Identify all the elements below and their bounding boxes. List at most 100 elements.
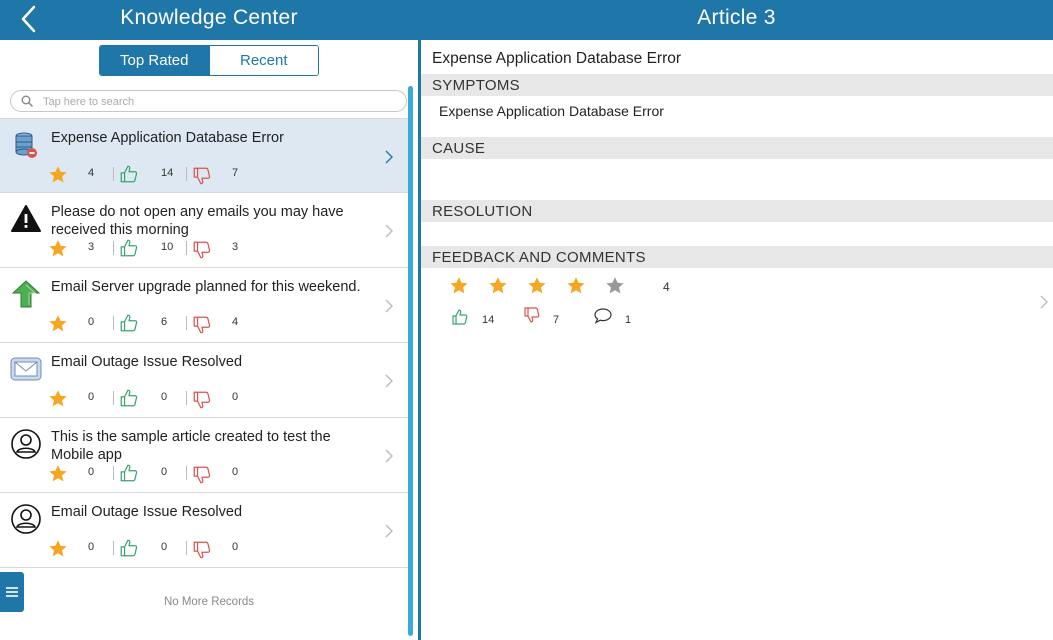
tab-switcher: Top Rated Recent [99,45,319,76]
rating-count: 3 [88,241,95,253]
resolution-header: RESOLUTION [421,200,1053,222]
dislikes-count: 0 [232,391,239,403]
no-more-records: No More Records [163,596,255,608]
user-circle-icon [11,504,41,534]
envelope-icon [10,357,42,381]
search-icon [21,95,33,107]
symptoms-text: Expense Application Database Error [439,103,664,119]
separator [186,167,187,181]
list-item[interactable]: Expense Application Database Error 4 14 7 [0,118,408,193]
article-stats: 4 14 7 [46,164,366,186]
chevron-right-icon [385,374,393,388]
cause-header: CAUSE [421,137,1053,159]
separator [186,541,187,555]
rating-stars[interactable]: 4 [449,276,689,296]
chevron-right-icon [385,449,393,463]
star-filled-icon[interactable] [449,276,469,296]
user-circle-icon [11,429,41,459]
list-item[interactable]: Email Server upgrade planned for this we… [0,268,408,343]
article-list: Expense Application Database Error 4 14 7 Pl… [0,118,408,568]
dislikes-count: 7 [553,314,560,326]
likes-count: 0 [161,391,168,403]
menu-button[interactable] [0,572,24,612]
separator [113,167,114,181]
likes-count: 14 [161,167,174,179]
star-filled-icon[interactable] [566,276,586,296]
article-title: Article 3 [697,6,776,29]
star-empty-icon[interactable] [605,276,625,296]
list-item[interactable]: Email Outage Issue Resolved 0 0 0 [0,493,408,568]
likes-count: 6 [161,316,168,328]
star-icon [49,240,67,257]
list-item[interactable]: This is the sample article created to te… [0,418,408,493]
separator [113,316,114,330]
dislikes-count: 4 [232,316,239,328]
tab-top-rated[interactable]: Top Rated [100,46,209,75]
separator [113,391,114,405]
star-filled-icon[interactable] [488,276,508,296]
article-list-pane: Top Rated Recent Expense Application Dat… [0,40,418,640]
thumbs-up-icon [120,464,138,482]
hamburger-icon [6,587,18,597]
chevron-right-icon [385,150,393,164]
feedback-row[interactable]: 14 7 1 [451,306,751,328]
separator [186,241,187,255]
separator [113,541,114,555]
likes-count: 14 [482,314,495,326]
article-detail-pane: Expense Application Database Error SYMPT… [421,40,1053,640]
warning-icon [11,205,41,232]
symptoms-header: SYMPTOMS [421,74,1053,96]
dislikes-count: 3 [232,241,239,253]
article-title-label: Expense Application Database Error [51,130,284,146]
thumbs-down-icon[interactable] [523,306,541,324]
dislikes-count: 0 [232,466,239,478]
star-filled-icon[interactable] [527,276,547,296]
top-bar: Knowledge Center Article 3 [0,0,1053,40]
likes-count: 0 [161,541,168,553]
article-stats: 3 10 3 [46,238,366,260]
list-scrollbar[interactable] [408,86,413,636]
thumbs-up-icon [120,239,138,257]
chevron-right-icon [385,524,393,538]
rating-count: 0 [88,316,95,328]
comments-count: 1 [625,314,632,326]
article-title-label: Email Outage Issue Resolved [51,504,243,520]
article-title-label: Please do not open any emails you may ha… [51,204,344,238]
list-item[interactable]: Please do not open any emails you may ha… [0,193,408,268]
tab-recent[interactable]: Recent [208,46,318,75]
thumbs-up-icon [120,389,138,407]
chevron-right-icon[interactable] [1039,295,1049,309]
search-bar [10,90,407,112]
thumbs-down-icon [193,466,211,484]
star-icon [49,465,67,482]
article-stats: 0 0 0 [46,463,366,485]
rating-count: 0 [88,391,95,403]
database-icon [15,132,37,158]
star-icon [49,390,67,407]
separator [186,316,187,330]
comment-icon[interactable] [593,307,613,325]
star-icon [49,315,67,332]
thumbs-down-icon [193,391,211,409]
list-item[interactable]: Email Outage Issue Resolved 0 0 0 [0,343,408,418]
chevron-right-icon [385,299,393,313]
page-title: Knowledge Center [120,6,298,29]
article-title-label: Email Server upgrade planned for this we… [51,279,361,295]
search-input[interactable] [43,93,393,110]
thumbs-down-icon [193,316,211,334]
thumbs-up-icon[interactable] [451,308,469,326]
article-title-label: Email Outage Issue Resolved [51,354,243,370]
thumbs-up-icon [120,539,138,557]
article-stats: 0 6 4 [46,313,366,335]
separator [113,466,114,480]
star-icon [49,540,67,557]
thumbs-down-icon [193,241,211,259]
rating-count: 0 [88,541,95,553]
thumbs-up-icon [120,314,138,332]
thumbs-down-icon [193,541,211,559]
separator [113,241,114,255]
likes-count: 10 [161,241,174,253]
article-stats: 0 0 0 [46,388,366,410]
likes-count: 0 [161,466,168,478]
article-stats: 0 0 0 [46,538,366,560]
